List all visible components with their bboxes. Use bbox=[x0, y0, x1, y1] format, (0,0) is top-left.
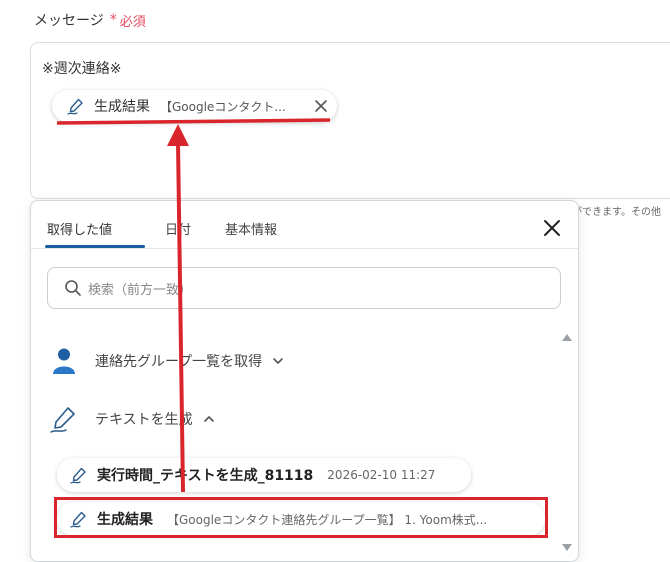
scroll-up-arrow[interactable] bbox=[562, 334, 572, 341]
inserted-value-chip[interactable]: 生成結果 【Googleコンタクト... bbox=[52, 90, 337, 122]
group-generate-text[interactable]: テキストを生成 bbox=[49, 404, 215, 434]
close-icon[interactable] bbox=[313, 98, 329, 114]
search-input[interactable]: 検索（前方一致） bbox=[47, 267, 561, 309]
tab-basic-info[interactable]: 基本情報 bbox=[225, 219, 277, 238]
close-icon[interactable] bbox=[541, 217, 563, 239]
search-placeholder: 検索（前方一致） bbox=[88, 282, 193, 298]
search-icon bbox=[65, 280, 81, 296]
pen-icon bbox=[50, 407, 75, 433]
chevron-down-icon bbox=[273, 358, 283, 364]
field-label: メッセージ bbox=[34, 13, 104, 29]
chip-subtitle: 【Googleコンタクト... bbox=[160, 99, 286, 114]
background-hint-text: ができます。その他 bbox=[572, 207, 661, 218]
scroll-down-arrow[interactable] bbox=[562, 544, 572, 551]
required-star: * bbox=[109, 12, 117, 28]
group-label: テキストを生成 bbox=[95, 412, 193, 428]
pen-icon bbox=[67, 98, 83, 115]
tab-date[interactable]: 日付 bbox=[165, 219, 191, 238]
group-label: 連絡先グループ一覧を取得 bbox=[95, 354, 263, 370]
field-label-row: メッセージ * 必須 bbox=[34, 10, 146, 30]
active-tab-indicator bbox=[45, 245, 145, 248]
chip-title: 生成結果 bbox=[94, 99, 150, 115]
required-badge: 必須 bbox=[119, 14, 146, 30]
item-title: 実行時間_テキストを生成_81118 bbox=[97, 468, 314, 484]
message-text: ※週次連絡※ bbox=[42, 61, 122, 77]
tab-acquired-values[interactable]: 取得した値 bbox=[47, 219, 112, 238]
group-contact-groups[interactable]: 連絡先グループ一覧を取得 bbox=[49, 346, 284, 376]
pen-icon bbox=[70, 467, 86, 484]
item-subtitle: 2026-02-10 11:27 bbox=[327, 468, 436, 482]
annotation-highlight-box bbox=[54, 497, 548, 538]
list-item[interactable]: 実行時間_テキストを生成_81118 2026-02-10 11:27 bbox=[57, 458, 471, 492]
person-icon bbox=[53, 348, 75, 374]
tab-divider bbox=[31, 248, 578, 249]
chevron-up-icon bbox=[203, 416, 214, 422]
